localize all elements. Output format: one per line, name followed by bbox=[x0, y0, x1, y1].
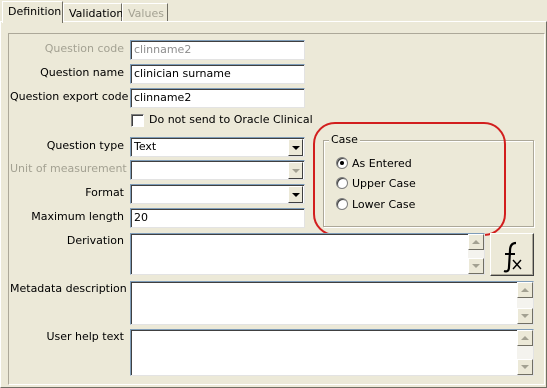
question-code-field: clinname2 bbox=[130, 40, 305, 60]
tab-validation-label: Validation bbox=[69, 7, 124, 20]
question-type-label: Question type bbox=[46, 139, 124, 152]
user-help-text-label: User help text bbox=[46, 330, 124, 343]
user-help-scroll-up-icon[interactable] bbox=[517, 330, 533, 346]
maximum-length-label: Maximum length bbox=[31, 210, 124, 223]
do-not-send-label: Do not send to Oracle Clinical bbox=[149, 113, 313, 126]
tab-validation[interactable]: Validation bbox=[63, 3, 124, 22]
derivation-textarea[interactable] bbox=[130, 233, 485, 275]
question-type-dropdown-icon[interactable] bbox=[288, 139, 303, 156]
metadata-description-label: Metadata description bbox=[10, 282, 127, 295]
tab-definition-label: Definition bbox=[8, 5, 62, 18]
metadata-description-scrollbar[interactable] bbox=[517, 282, 533, 324]
tab-values: Values bbox=[122, 3, 168, 22]
format-select[interactable] bbox=[130, 184, 305, 204]
maximum-length-field[interactable]: 20 bbox=[130, 208, 305, 228]
user-help-text-scrollbar[interactable] bbox=[517, 330, 533, 375]
unit-of-measurement-dropdown-icon bbox=[288, 162, 303, 179]
metadata-scroll-up-icon[interactable] bbox=[517, 282, 533, 298]
case-highlight-annotation bbox=[313, 122, 506, 236]
derivation-formula-button[interactable] bbox=[490, 233, 534, 276]
derivation-scroll-down-icon[interactable] bbox=[468, 258, 484, 274]
derivation-scroll-up-icon[interactable] bbox=[468, 234, 484, 250]
unit-of-measurement-select bbox=[130, 160, 305, 180]
tab-definition[interactable]: Definition bbox=[2, 1, 63, 23]
format-dropdown-icon[interactable] bbox=[288, 186, 303, 203]
tab-values-label: Values bbox=[128, 7, 164, 20]
function-fx-icon bbox=[503, 241, 522, 273]
question-export-code-label: Question export code bbox=[10, 90, 129, 103]
do-not-send-checkbox[interactable] bbox=[131, 114, 144, 127]
tab-strip: Definition Validation Values bbox=[0, 0, 547, 23]
question-name-field[interactable]: clinician surname bbox=[130, 64, 305, 84]
user-help-text-textarea[interactable] bbox=[130, 329, 534, 376]
question-type-select[interactable]: Text bbox=[130, 137, 305, 157]
question-name-label: Question name bbox=[40, 66, 124, 79]
user-help-scroll-down-icon[interactable] bbox=[517, 359, 533, 375]
format-label: Format bbox=[85, 186, 124, 199]
metadata-description-textarea[interactable] bbox=[130, 281, 534, 325]
question-type-value: Text bbox=[134, 140, 157, 153]
question-export-code-field[interactable]: clinname2 bbox=[130, 88, 305, 108]
metadata-scroll-down-icon[interactable] bbox=[517, 308, 533, 324]
question-code-label: Question code bbox=[44, 42, 124, 55]
unit-of-measurement-label: Unit of measurement bbox=[10, 162, 127, 175]
derivation-label: Derivation bbox=[66, 234, 124, 247]
derivation-scrollbar[interactable] bbox=[468, 234, 484, 274]
